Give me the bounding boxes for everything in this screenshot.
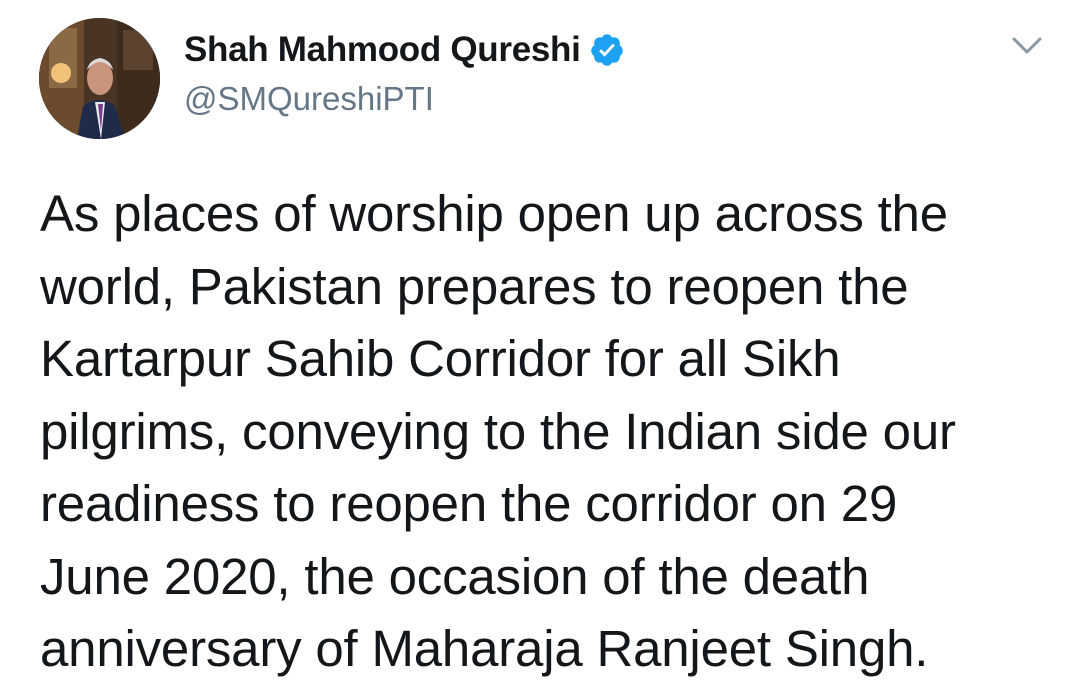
chevron-down-icon[interactable] [1010,33,1044,59]
avatar[interactable] [39,18,160,139]
avatar-image [39,18,160,139]
author-name-row: Shah Mahmood Qureshi [184,28,625,72]
tweet-text-line: anniversary of Maharaja Ranjeet Singh. [40,620,929,677]
tweet-text-line: June 2020, the occasion of the death [40,547,870,605]
tweet-text-line: pilgrims, conveying to the Indian side o… [40,402,956,460]
tweet-text-line: Kartarpur Sahib Corridor for all Sikh [40,330,841,387]
tweet-text-line: world, Pakistan prepares to reopen the [40,257,909,315]
author-handle[interactable]: @SMQureshiPTI [184,80,434,118]
verified-badge-icon [589,32,625,68]
author-display-name[interactable]: Shah Mahmood Qureshi [184,30,581,70]
tweet-text-line: As places of worship open up across the [40,185,948,242]
tweet-text: As places of worship open up across the … [40,178,1050,686]
tweet-card: Shah Mahmood Qureshi @SMQureshiPTI As pl… [0,0,1080,694]
tweet-text-line: readiness to reopen the corridor on 29 [40,475,898,532]
